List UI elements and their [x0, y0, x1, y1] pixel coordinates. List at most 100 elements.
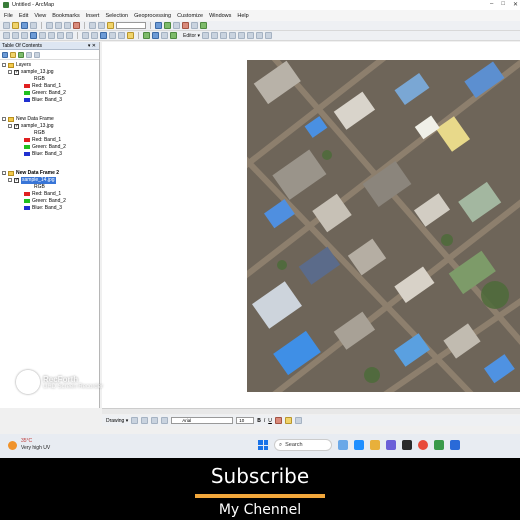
- edit-tool-icon[interactable]: [201, 32, 209, 39]
- collapse-icon[interactable]: -: [2, 63, 6, 68]
- app-icon[interactable]: [450, 440, 460, 450]
- sketch-properties-icon[interactable]: [255, 32, 263, 39]
- menu-customize[interactable]: Customize: [177, 13, 203, 19]
- python-icon[interactable]: [191, 22, 198, 29]
- map-horizontal-scrollbar[interactable]: [102, 408, 520, 414]
- arctoolbox-icon[interactable]: [182, 22, 189, 29]
- cut-icon[interactable]: [46, 22, 53, 29]
- collapse-icon[interactable]: -: [2, 171, 6, 176]
- forward-icon[interactable]: [66, 32, 73, 39]
- fixed-zoom-out-icon[interactable]: [48, 32, 55, 39]
- bold-button[interactable]: B: [257, 418, 261, 424]
- menu-selection[interactable]: Selection: [105, 13, 128, 19]
- maximize-button[interactable]: □: [501, 1, 505, 8]
- split-icon[interactable]: [228, 32, 236, 39]
- menu-edit[interactable]: Edit: [19, 13, 28, 19]
- measure-icon[interactable]: [118, 32, 125, 39]
- full-extent-icon[interactable]: [30, 32, 37, 39]
- menu-help[interactable]: Help: [237, 13, 248, 19]
- editor-menu-button[interactable]: Editor ▾: [183, 33, 200, 39]
- back-icon[interactable]: [57, 32, 64, 39]
- data-frame-new[interactable]: - New Data Frame: [2, 116, 54, 123]
- menu-bookmarks[interactable]: Bookmarks: [52, 13, 80, 19]
- reshape-icon[interactable]: [219, 32, 227, 39]
- taskbar-search[interactable]: ⌕ Search: [274, 439, 332, 451]
- open-icon[interactable]: [12, 22, 19, 29]
- select-features-icon[interactable]: [82, 32, 89, 39]
- rotate-element-icon[interactable]: [141, 417, 149, 424]
- list-by-selection-icon[interactable]: [26, 51, 32, 58]
- select-elements-icon[interactable]: [91, 32, 98, 39]
- font-size-selector[interactable]: 10: [236, 417, 255, 424]
- italic-button[interactable]: I: [264, 418, 265, 424]
- save-icon[interactable]: [21, 22, 28, 29]
- layer-visibility-checkbox[interactable]: [14, 69, 19, 75]
- minimize-button[interactable]: –: [490, 1, 493, 8]
- menu-view[interactable]: View: [34, 13, 46, 19]
- list-by-source-icon[interactable]: [10, 51, 16, 58]
- zoom-in-icon[interactable]: [3, 32, 10, 39]
- task-view-icon[interactable]: [338, 440, 348, 450]
- list-by-visibility-icon[interactable]: [18, 51, 24, 58]
- drawing-menu[interactable]: Drawing ▾: [106, 418, 128, 424]
- layer-row[interactable]: - sample_14.jpg: [8, 177, 56, 184]
- layer-name-selected[interactable]: sample_14.jpg: [21, 177, 56, 184]
- add-data-icon[interactable]: [107, 22, 114, 29]
- rotate-icon[interactable]: [237, 32, 245, 39]
- pan-icon[interactable]: [21, 32, 28, 39]
- toc-pin-close[interactable]: ▾ ✕: [88, 43, 96, 49]
- fill-color-icon[interactable]: [284, 417, 292, 424]
- weather-widget[interactable]: 35°C Very high UV: [8, 438, 50, 452]
- store-icon[interactable]: [402, 440, 412, 450]
- catalog-icon[interactable]: [173, 22, 180, 29]
- file-explorer-icon[interactable]: [370, 440, 380, 450]
- font-color-icon[interactable]: [274, 417, 282, 424]
- options-icon[interactable]: [34, 51, 40, 58]
- collapse-icon[interactable]: -: [2, 117, 6, 122]
- edge-icon[interactable]: [354, 440, 364, 450]
- close-button[interactable]: ✕: [513, 1, 518, 8]
- undo-icon[interactable]: [89, 22, 96, 29]
- identify-icon[interactable]: [100, 32, 107, 39]
- text-tool-icon[interactable]: [161, 417, 169, 424]
- map-view[interactable]: [102, 42, 520, 408]
- image-analysis-icon[interactable]: [170, 32, 177, 39]
- chrome-icon[interactable]: [418, 440, 428, 450]
- create-features-icon[interactable]: [264, 32, 272, 39]
- menu-insert[interactable]: Insert: [86, 13, 100, 19]
- toc-window-icon[interactable]: [164, 22, 171, 29]
- data-view-icon[interactable]: [161, 32, 168, 39]
- underline-button[interactable]: U: [268, 418, 272, 424]
- list-by-drawing-order-icon[interactable]: [2, 51, 8, 58]
- collapse-icon[interactable]: -: [8, 124, 12, 129]
- data-frame-layers[interactable]: - Layers: [2, 62, 31, 69]
- layout-view-icon[interactable]: [152, 32, 159, 39]
- zoom-out-icon[interactable]: [12, 32, 19, 39]
- menu-windows[interactable]: Windows: [209, 13, 231, 19]
- line-color-icon[interactable]: [294, 417, 302, 424]
- teams-icon[interactable]: [386, 440, 396, 450]
- layer-visibility-checkbox[interactable]: [14, 177, 19, 183]
- windows-start-icon[interactable]: [258, 440, 268, 450]
- print-icon[interactable]: [30, 22, 37, 29]
- layer-row[interactable]: - sample_13.jpg: [8, 123, 54, 130]
- layer-visibility-checkbox[interactable]: [14, 123, 19, 129]
- collapse-icon[interactable]: -: [8, 70, 12, 75]
- delete-icon[interactable]: [73, 22, 80, 29]
- data-frame-new-2[interactable]: - New Data Frame 2: [2, 170, 59, 177]
- hyperlink-icon[interactable]: [127, 32, 134, 39]
- editor-toolbar-icon[interactable]: [155, 22, 162, 29]
- map-scale-box[interactable]: [116, 22, 146, 29]
- find-icon[interactable]: [109, 32, 116, 39]
- paste-icon[interactable]: [64, 22, 71, 29]
- new-document-icon[interactable]: [3, 22, 10, 29]
- collapse-icon[interactable]: -: [8, 178, 12, 183]
- select-elements-icon[interactable]: [131, 417, 139, 424]
- menu-file[interactable]: File: [4, 13, 13, 19]
- redo-icon[interactable]: [98, 22, 105, 29]
- layer-row[interactable]: - sample_13.jpg: [8, 69, 54, 76]
- attributes-icon[interactable]: [246, 32, 254, 39]
- modelbuilder-icon[interactable]: [200, 22, 207, 29]
- copy-icon[interactable]: [55, 22, 62, 29]
- arcmap-taskbar-icon[interactable]: [434, 440, 444, 450]
